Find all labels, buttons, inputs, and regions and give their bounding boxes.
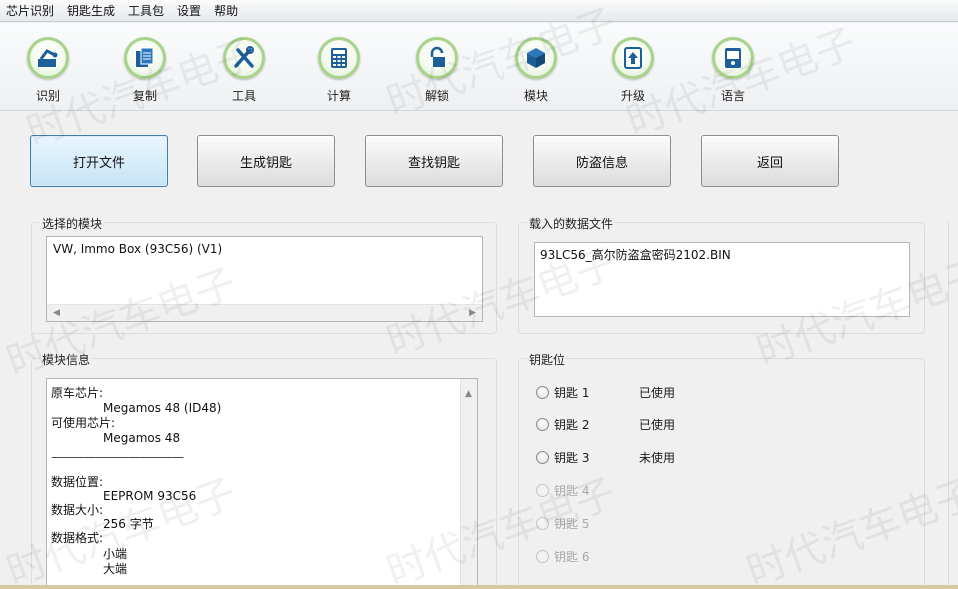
open-file-button[interactable]: 打开文件 <box>30 135 168 187</box>
toolbar-copy-label: 复制 <box>132 89 157 103</box>
data-size-label: 数据大小: <box>51 503 104 517</box>
loaded-file-box[interactable]: 93LC56_高尔防盗盒密码2102.BIN <box>534 242 910 317</box>
key-3-label: 钥匙 3 <box>554 450 590 465</box>
toolbar-upgrade-label: 升级 <box>620 89 645 103</box>
radio-circle-icon[interactable] <box>536 385 549 399</box>
radio-circle-icon <box>536 516 549 530</box>
language-icon <box>712 37 754 79</box>
toolbar-identify-label: 识别 <box>35 89 60 103</box>
toolbar-tools-label: 工具 <box>231 89 256 103</box>
calculator-icon <box>318 37 360 79</box>
scroll-right-icon[interactable]: ▶ <box>469 308 476 318</box>
key-5-label: 钥匙 5 <box>554 516 590 531</box>
toolbar-tools-button[interactable]: 工具 <box>209 37 279 104</box>
back-button[interactable]: 返回 <box>701 135 839 187</box>
original-chip-value: Megamos 48 (ID48) <box>103 401 222 415</box>
data-format-little-endian: 小端 <box>103 547 128 561</box>
key-1-radio[interactable]: 钥匙 1 <box>536 384 589 400</box>
immo-info-button[interactable]: 防盗信息 <box>533 135 671 187</box>
selected-module-title: 选择的模块 <box>40 215 105 232</box>
unlock-icon <box>416 37 458 79</box>
tools-icon <box>223 37 265 79</box>
loaded-file-name: 93LC56_高尔防盗盒密码2102.BIN <box>540 248 731 262</box>
bottom-strip <box>0 585 958 589</box>
toolbar-calculate-button[interactable]: 计算 <box>304 37 374 104</box>
key-3-radio[interactable]: 钥匙 3 <box>536 449 589 465</box>
key-4-label: 钥匙 4 <box>554 483 590 498</box>
data-location-label: 数据位置: <box>51 475 104 489</box>
data-format-label: 数据格式: <box>51 531 104 545</box>
menu-bar: 芯片识别 钥匙生成 工具包 设置 帮助 <box>0 0 958 22</box>
key-6-label: 钥匙 6 <box>554 549 590 564</box>
radio-circle-icon[interactable] <box>536 417 549 431</box>
usable-chip-value: Megamos 48 <box>103 431 181 445</box>
key-4-radio: 钥匙 4 <box>536 482 589 498</box>
radio-circle-icon <box>536 483 549 497</box>
key-2-radio[interactable]: 钥匙 2 <box>536 416 589 432</box>
toolbar: 识别 复制 工具 计算 解锁 模块 升级 语言 <box>0 23 958 111</box>
original-chip-label: 原车芯片: <box>51 386 104 400</box>
toolbar-module-label: 模块 <box>523 89 548 103</box>
toolbar-language-label: 语言 <box>720 89 745 103</box>
key-1-status: 已使用 <box>639 386 676 400</box>
toolbar-unlock-label: 解锁 <box>424 89 449 103</box>
toolbar-unlock-button[interactable]: 解锁 <box>402 37 472 104</box>
upgrade-icon <box>612 37 654 79</box>
module-info-box[interactable]: 原车芯片: Megamos 48 (ID48) 可使用芯片: Megamos 4… <box>46 378 478 589</box>
toolbar-copy-button[interactable]: 复制 <box>110 37 180 104</box>
module-info-title: 模块信息 <box>40 351 93 368</box>
key-2-label: 钥匙 2 <box>554 417 590 432</box>
scroll-left-icon[interactable]: ◀ <box>53 308 60 318</box>
toolbar-calculate-label: 计算 <box>326 89 351 103</box>
radio-circle-icon[interactable] <box>536 450 549 464</box>
copy-icon <box>124 37 166 79</box>
key-1-label: 钥匙 1 <box>554 385 590 400</box>
key-3-status: 未使用 <box>639 451 676 465</box>
module-icon <box>515 37 557 79</box>
horizontal-scrollbar[interactable]: ◀ ▶ <box>47 304 482 321</box>
menu-help[interactable]: 帮助 <box>208 0 245 22</box>
toolbar-language-button[interactable]: 语言 <box>698 37 768 104</box>
menu-chip-identify[interactable]: 芯片识别 <box>0 0 61 22</box>
toolbar-upgrade-button[interactable]: 升级 <box>598 37 668 104</box>
loaded-file-title: 载入的数据文件 <box>527 215 616 232</box>
key-2-status: 已使用 <box>639 418 676 432</box>
menu-key-generate[interactable]: 钥匙生成 <box>61 0 122 22</box>
data-location-value: EEPROM 93C56 <box>103 489 197 503</box>
selected-module-list[interactable]: VW, Immo Box (93C56) (V1) ◀ ▶ <box>46 236 483 322</box>
selected-module-item[interactable]: VW, Immo Box (93C56) (V1) <box>53 243 222 255</box>
separator-line: ———————————— <box>51 450 184 464</box>
key-5-radio: 钥匙 5 <box>536 515 589 531</box>
key-6-radio: 钥匙 6 <box>536 548 589 564</box>
generate-key-button[interactable]: 生成钥匙 <box>197 135 335 187</box>
identify-icon <box>27 37 69 79</box>
toolbar-module-button[interactable]: 模块 <box>501 37 571 104</box>
menu-toolkit[interactable]: 工具包 <box>122 0 171 22</box>
menu-settings[interactable]: 设置 <box>171 0 208 22</box>
radio-circle-icon <box>536 549 549 563</box>
data-format-big-endian: 大端 <box>103 562 128 576</box>
key-positions-title: 钥匙位 <box>527 351 568 368</box>
toolbar-identify-button[interactable]: 识别 <box>13 37 83 104</box>
data-size-value: 256 字节 <box>103 517 154 531</box>
right-panel-edge <box>948 222 958 589</box>
scroll-up-icon[interactable]: ▲ <box>465 389 472 399</box>
usable-chip-label: 可使用芯片: <box>51 416 116 430</box>
vertical-scrollbar[interactable]: ▲ <box>460 379 477 589</box>
find-key-button[interactable]: 查找钥匙 <box>365 135 503 187</box>
